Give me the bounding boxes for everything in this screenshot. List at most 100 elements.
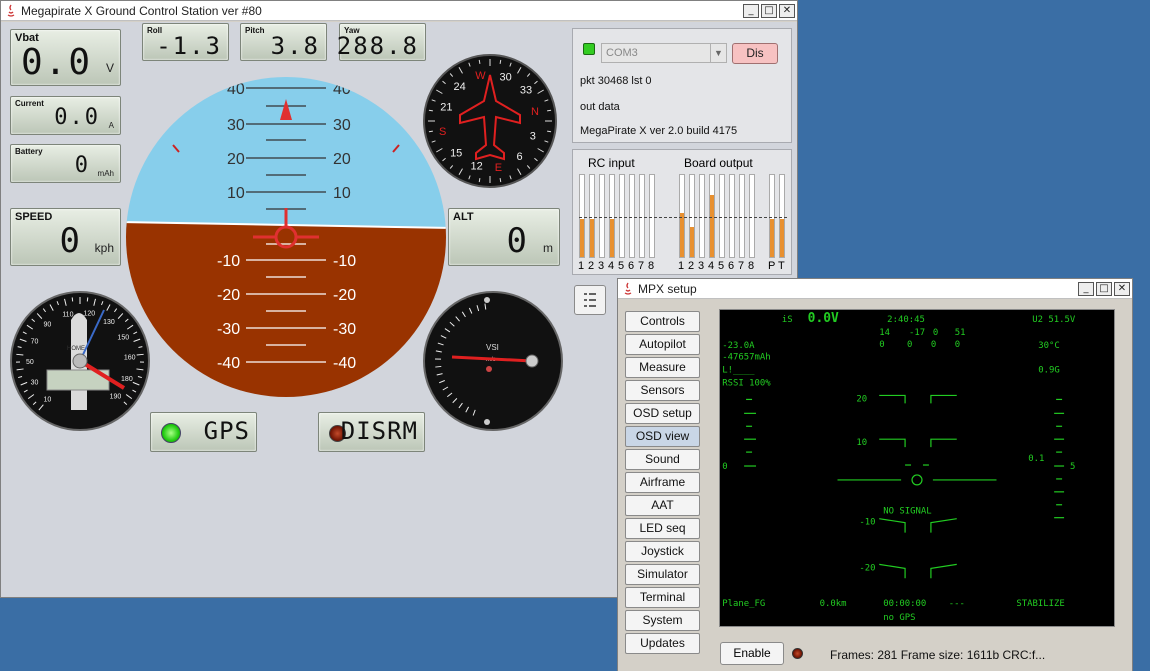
setup-body: Controls Autopilot Measure Sensors OSD setup… (618, 300, 1132, 671)
airspeed-tick-label: 150 (117, 335, 129, 342)
airspeed-gauge: 10 30 50 70 90 110 120 130 150 160 180 190 HOME (10, 291, 150, 431)
channel-label: 5 (618, 260, 625, 272)
channel-label: 6 (628, 260, 635, 272)
pitch-value: 3.8 (270, 32, 320, 60)
nav-controls[interactable]: Controls (625, 311, 700, 332)
connection-panel: COM3 ▼ Dis pkt 30468 lst 0 out data Mega… (572, 28, 792, 143)
minimize-icon[interactable]: _ (1078, 281, 1094, 296)
nav-sensors[interactable]: Sensors (625, 380, 700, 401)
channel-bar (699, 174, 705, 258)
airspeed-tick-label: 120 (84, 311, 96, 318)
pitch-label-right: -30 (333, 321, 356, 338)
port-select[interactable]: COM3 ▼ (601, 43, 727, 63)
osd-right-0: 30°C (1038, 341, 1060, 351)
nav-osd-setup[interactable]: OSD setup (625, 403, 700, 424)
nav-osd-view[interactable]: OSD view (625, 426, 700, 447)
compass-label: 24 (454, 81, 466, 93)
nav-airframe[interactable]: Airframe (625, 472, 700, 493)
airspeed-tick-label: 10 (44, 397, 52, 404)
enable-button[interactable]: Enable (720, 642, 784, 665)
osd-left-3: RSSI 100% (722, 379, 771, 389)
close-icon[interactable]: ✕ (779, 3, 795, 18)
channel-bar (679, 174, 685, 258)
osd-bottom-0: Plane_FG (722, 599, 765, 609)
airspeed-tick-label: 50 (26, 359, 34, 366)
osd-top-3: U2 51.5V (1032, 315, 1076, 325)
pitch-label: Pitch (245, 26, 265, 35)
speed-unit: kph (94, 241, 114, 255)
nav-measure[interactable]: Measure (625, 357, 700, 378)
osd-left-zero: 0 (722, 462, 727, 472)
osd-vario-0: 0.1 (1028, 454, 1044, 464)
nav-autopilot[interactable]: Autopilot (625, 334, 700, 355)
current-label: Current (15, 99, 44, 108)
channel-bar (579, 174, 585, 258)
gps-led-icon (161, 423, 181, 443)
nav-terminal[interactable]: Terminal (625, 587, 700, 608)
osd-ladder-1: 10 (856, 438, 867, 448)
disarm-indicator: DISRM (318, 412, 425, 452)
airspeed-tick-label: 110 (62, 312, 73, 319)
gps-label: GPS (203, 417, 250, 445)
channel-label: 4 (708, 260, 715, 272)
osd-row3-value: 0 (955, 340, 960, 350)
board-output-title: Board output (684, 156, 753, 170)
osd-bottom-3: --- (949, 599, 965, 609)
pitch-label-right: 10 (333, 185, 351, 202)
nav-system[interactable]: System (625, 610, 700, 631)
roll-value: -1.3 (156, 32, 222, 60)
nav-updates[interactable]: Updates (625, 633, 700, 654)
airspeed-tick-label: 190 (110, 394, 122, 401)
close-icon[interactable]: ✕ (1114, 281, 1130, 296)
nav-simulator[interactable]: Simulator (625, 564, 700, 585)
status-led-icon (792, 648, 803, 659)
channel-label: 6 (728, 260, 735, 272)
pitch-label-left: -20 (217, 287, 240, 304)
maximize-icon[interactable]: □ (761, 3, 777, 18)
speed-display: SPEED 0 kph (10, 208, 121, 266)
channel-bar (729, 174, 735, 258)
setup-toggle-button[interactable] (574, 285, 606, 315)
main-titlebar[interactable]: Megapirate X Ground Control Station ver … (1, 1, 797, 21)
minimize-icon[interactable]: _ (743, 3, 759, 18)
speed-value: 0 (59, 221, 82, 261)
disarm-label: DISRM (340, 417, 418, 445)
battery-unit: mAh (97, 169, 114, 178)
pitch-label-right: 30 (333, 117, 351, 134)
nav-aat[interactable]: AAT (625, 495, 700, 516)
nav-joystick[interactable]: Joystick (625, 541, 700, 562)
alt-value: 0 (506, 221, 529, 261)
setup-window-title: MPX setup (638, 281, 697, 296)
osd-left-1: -47657mAh (722, 353, 770, 363)
out-data-status: out data (580, 101, 620, 113)
airspeed-tick-label: 90 (44, 321, 52, 328)
pitch-label-left: -40 (217, 355, 240, 372)
vsi-label: VSI (486, 343, 499, 352)
airspeed-tick-label: 160 (124, 355, 136, 362)
chevron-down-icon[interactable]: ▼ (710, 44, 726, 62)
disconnect-button[interactable]: Dis (732, 43, 778, 64)
current-unit: A (108, 121, 114, 130)
vsi-gauge: VSI m/s (423, 291, 563, 431)
yaw-value: 288.8 (336, 32, 419, 60)
channel-bar (769, 174, 775, 258)
maximize-icon[interactable]: □ (1096, 281, 1112, 296)
osd-top-0: iS (782, 315, 793, 325)
vbat-display: Vbat 0.0 V (10, 29, 121, 86)
channel-bar (629, 174, 635, 258)
osd-right-1: 0.9G (1038, 366, 1060, 376)
nav-led-seq[interactable]: LED seq (625, 518, 700, 539)
channel-label: 2 (588, 260, 595, 272)
compass-label: 6 (516, 151, 522, 163)
airspeed-tick-label: 70 (31, 338, 39, 345)
osd-row2-value: 0 (933, 328, 938, 338)
channel-label: 1 (578, 260, 585, 272)
center-line (579, 217, 787, 218)
current-value: 0.0 (54, 105, 100, 130)
setup-titlebar[interactable]: MPX setup _ □ ✕ (618, 279, 1132, 299)
rc-input-title: RC input (588, 156, 635, 170)
vbat-unit: V (105, 61, 114, 75)
nav-sound[interactable]: Sound (625, 449, 700, 470)
channel-label: P (768, 260, 776, 272)
speed-label: SPEED (15, 211, 53, 223)
